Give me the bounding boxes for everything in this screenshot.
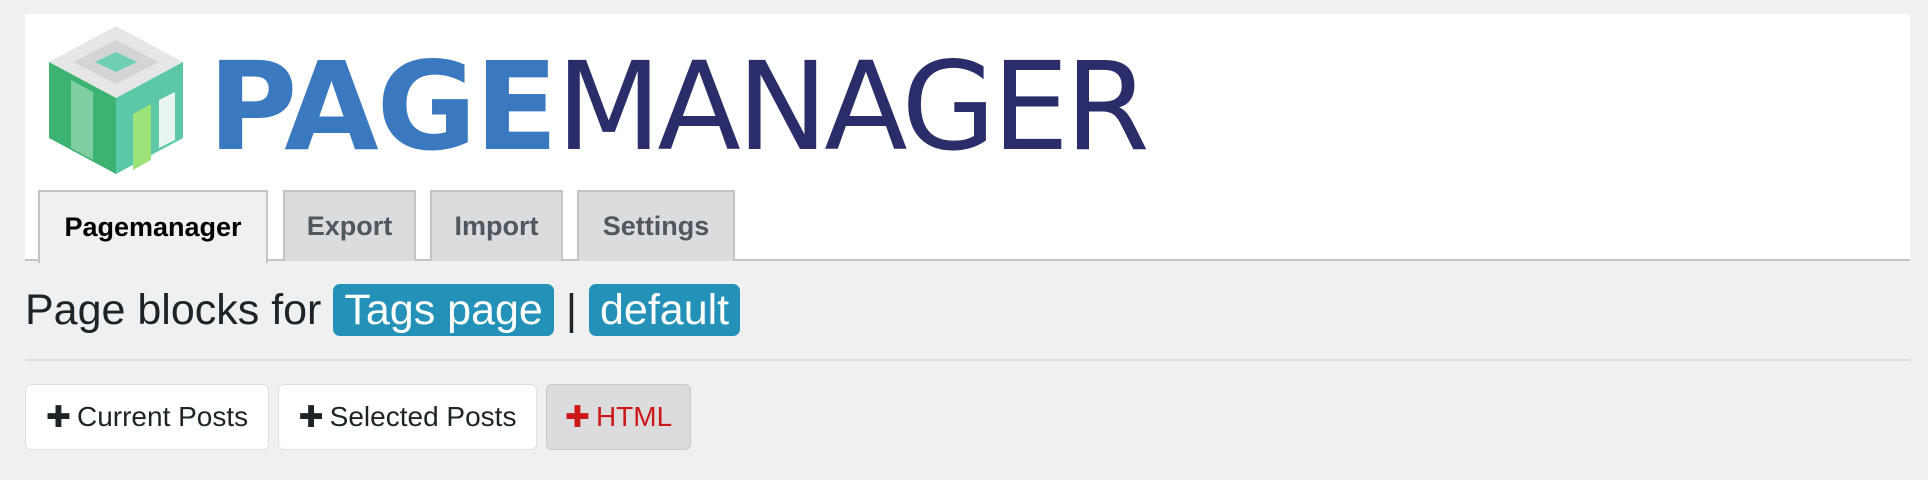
page-root: PAGEMANAGER Pagemanager Export Import Se… (0, 0, 1928, 480)
page-title: Page blocks for Tags page | default (25, 283, 741, 337)
wordmark-bold: PAGE (208, 36, 558, 178)
section-divider (25, 359, 1910, 361)
add-html-button[interactable]: ✚ HTML (546, 384, 691, 450)
plus-icon: ✚ (45, 400, 71, 434)
plugin-header: PAGEMANAGER Pagemanager Export Import Se… (25, 14, 1910, 263)
title-prefix: Page blocks for (25, 285, 322, 334)
tab-settings[interactable]: Settings (577, 190, 735, 261)
tab-pagemanager[interactable]: Pagemanager (38, 190, 268, 263)
pagemanager-wordmark: PAGEMANAGER (208, 42, 1150, 172)
plus-icon: ✚ (298, 400, 324, 434)
button-label: Current Posts (76, 401, 249, 432)
template-badge[interactable]: default (589, 284, 741, 336)
title-separator: | (565, 285, 577, 334)
button-label: Selected Posts (329, 401, 517, 432)
tab-import[interactable]: Import (430, 190, 563, 261)
page-badge[interactable]: Tags page (333, 284, 554, 336)
wordmark-light: MANAGER (556, 36, 1150, 178)
tab-export[interactable]: Export (283, 190, 416, 261)
plus-icon: ✚ (564, 400, 590, 434)
pagemanager-logo-icon (49, 26, 183, 174)
add-selected-posts-button[interactable]: ✚ Selected Posts (278, 384, 537, 450)
add-current-posts-button[interactable]: ✚ Current Posts (25, 384, 269, 450)
button-label: HTML (595, 401, 673, 432)
